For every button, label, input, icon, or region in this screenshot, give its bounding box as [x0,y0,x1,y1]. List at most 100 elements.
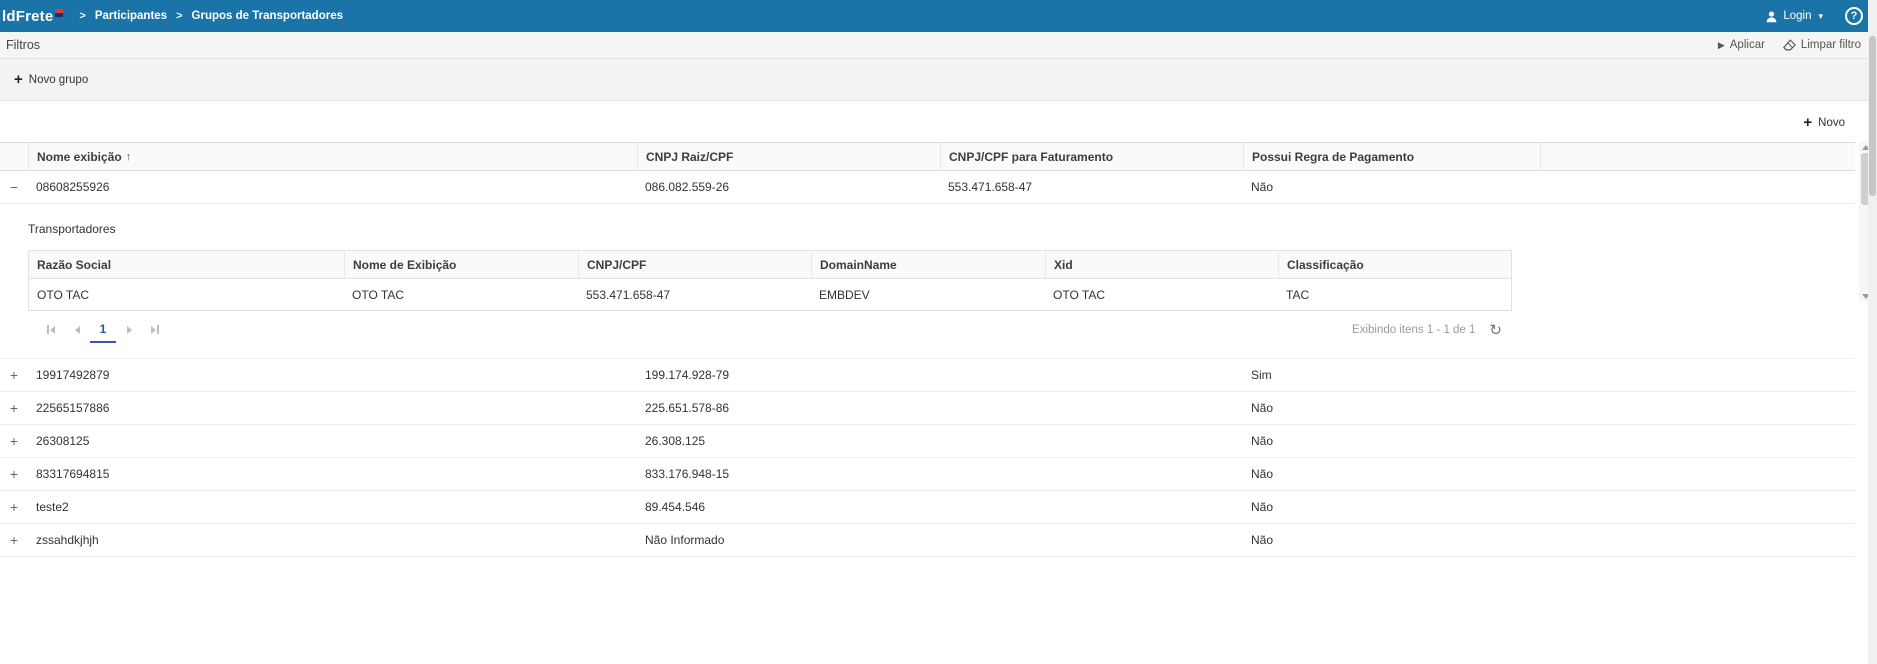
plus-icon: + [1803,115,1812,130]
plus-icon: + [10,533,18,547]
pager-last-button[interactable] [142,318,168,342]
table-row[interactable]: + 22565157886 225.651.578-86 Não [0,392,1855,425]
detail-column-xid[interactable]: Xid [1045,251,1278,278]
collapse-row-button[interactable]: − [0,180,28,194]
cell-nome-exibicao: teste2 [28,500,637,514]
pager-page-1[interactable]: 1 [90,317,116,343]
new-button[interactable]: + Novo [1803,115,1845,130]
chevron-right-icon: > [79,10,85,22]
column-header-label: Xid [1054,258,1073,272]
cell-cnpj-raiz: 89.454.546 [637,500,940,514]
group-toolbar: + Novo grupo [0,59,1877,101]
top-navbar: ldFrete > Participantes > Grupos de Tran… [0,0,1877,32]
plus-icon: + [10,401,18,415]
cell-regra-pagamento: Não [1243,180,1540,194]
table-row[interactable]: + 19917492879 199.174.928-79 Sim [0,359,1855,392]
cell-regra-pagamento: Não [1243,533,1540,547]
column-header-label: CNPJ/CPF [587,258,646,272]
detail-column-classificacao[interactable]: Classificação [1278,251,1511,278]
cell-domainname: EMBDEV [811,288,1045,302]
column-header-label: Razão Social [37,258,111,272]
column-header-label: Nome exibição [37,150,122,164]
plus-icon: + [14,72,23,87]
filter-actions: ▶ Aplicar Limpar filtro [1718,39,1861,51]
cell-xid: OTO TAC [1045,288,1278,302]
column-header-filler [1540,143,1855,170]
play-icon: ▶ [1718,40,1725,51]
login-label: Login [1783,10,1811,22]
column-header-label: CNPJ Raiz/CPF [646,150,733,164]
table-row[interactable]: − 08608255926 086.082.559-26 553.471.658… [0,171,1855,204]
expand-row-button[interactable]: + [0,533,28,547]
row-detail-section: Transportadores Razão Social Nome de Exi… [0,204,1855,359]
column-header-label: Possui Regra de Pagamento [1252,150,1414,164]
cell-regra-pagamento: Sim [1243,368,1540,382]
column-header-regra-pagamento[interactable]: Possui Regra de Pagamento [1243,143,1540,170]
cell-cnpj-raiz: 086.082.559-26 [637,180,940,194]
transportadores-table: Razão Social Nome de Exibição CNPJ/CPF D… [28,250,1512,311]
detail-column-cnpj-cpf[interactable]: CNPJ/CPF [578,251,811,278]
header-expander-spacer [0,143,28,170]
breadcrumb-item-grupos[interactable]: Grupos de Transportadores [192,10,343,22]
pager-status: Exibindo itens 1 - 1 de 1 [1352,324,1475,336]
cell-cnpj-cpf: 553.471.658-47 [578,288,811,302]
cell-cnpj-raiz: Não Informado [637,533,940,547]
page-scrollbar-thumb[interactable] [1869,36,1876,196]
help-label: ? [1851,10,1858,22]
detail-pager: 1 Exibindo itens 1 - 1 de 1 ↻ [28,313,1512,346]
column-header-cnpj-raiz[interactable]: CNPJ Raiz/CPF [637,143,940,170]
clear-filter-button[interactable]: Limpar filtro [1783,39,1861,51]
detail-table-row[interactable]: OTO TAC OTO TAC 553.471.658-47 EMBDEV OT… [29,279,1511,310]
detail-column-nome-exibicao[interactable]: Nome de Exibição [344,251,578,278]
eraser-icon [1783,39,1796,51]
pager-next-button[interactable] [116,318,142,342]
table-row[interactable]: + 26308125 26.308.125 Não [0,425,1855,458]
minus-icon: − [10,180,18,194]
expand-row-button[interactable]: + [0,434,28,448]
chevron-down-icon: ▾ [1818,11,1823,22]
groups-grid: Nome exibição ↑ CNPJ Raiz/CPF CNPJ/CPF p… [0,142,1855,557]
column-header-cnpj-faturamento[interactable]: CNPJ/CPF para Faturamento [940,143,1243,170]
column-header-label: Classificação [1287,258,1364,272]
login-menu[interactable]: Login ▾ [1765,10,1823,23]
new-group-label: Novo grupo [29,74,88,86]
cell-cnpj-raiz: 833.176.948-15 [637,467,940,481]
breadcrumb-item-participantes[interactable]: Participantes [95,10,167,22]
detail-column-razao-social[interactable]: Razão Social [29,251,344,278]
plus-icon: + [10,434,18,448]
chevron-right-icon: > [176,10,182,22]
column-header-label: Nome de Exibição [353,258,456,272]
pager-prev-button[interactable] [64,318,90,342]
pager-first-button[interactable] [38,318,64,342]
help-button[interactable]: ? [1845,7,1863,25]
new-group-button[interactable]: + Novo grupo [14,72,88,87]
pager-right: Exibindo itens 1 - 1 de 1 ↻ [1352,321,1502,339]
sort-asc-icon: ↑ [126,151,132,163]
detail-column-domainname[interactable]: DomainName [811,251,1045,278]
table-row[interactable]: + 83317694815 833.176.948-15 Não [0,458,1855,491]
cell-nome-exibicao: 26308125 [28,434,637,448]
column-header-label: DomainName [820,258,897,272]
cell-nome-exibicao: OTO TAC [344,288,578,302]
main-content: + Novo Nome exibição ↑ CNPJ Raiz/CPF CNP… [0,101,1877,557]
plus-icon: + [10,368,18,382]
expand-row-button[interactable]: + [0,500,28,514]
expand-row-button[interactable]: + [0,401,28,415]
app-logo[interactable]: ldFrete [2,8,63,25]
cell-cnpj-raiz: 26.308.125 [637,434,940,448]
page-scrollbar[interactable] [1868,0,1877,664]
apply-filter-button[interactable]: ▶ Aplicar [1718,39,1765,51]
cell-regra-pagamento: Não [1243,500,1540,514]
grid-header-row: Nome exibição ↑ CNPJ Raiz/CPF CNPJ/CPF p… [0,142,1855,171]
detail-title: Transportadores [28,222,1855,236]
user-icon [1765,10,1778,23]
plus-icon: + [10,467,18,481]
table-row[interactable]: + zssahdkjhjh Não Informado Não [0,524,1855,557]
table-row[interactable]: + teste2 89.454.546 Não [0,491,1855,524]
expand-row-button[interactable]: + [0,467,28,481]
refresh-icon[interactable]: ↻ [1489,321,1502,339]
clear-filter-label: Limpar filtro [1801,39,1861,51]
column-header-nome-exibicao[interactable]: Nome exibição ↑ [28,143,637,170]
filters-title: Filtros [6,38,40,52]
expand-row-button[interactable]: + [0,368,28,382]
